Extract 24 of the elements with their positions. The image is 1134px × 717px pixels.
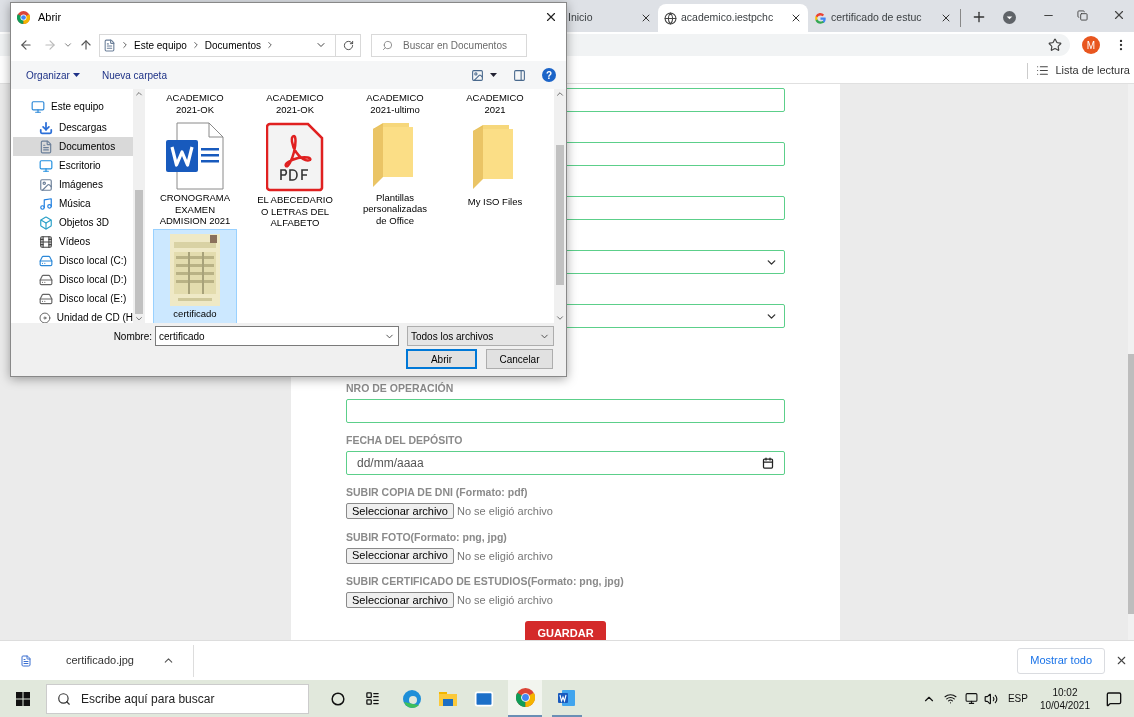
tab-title: academico.iestpchc xyxy=(681,10,775,26)
filename-label: Nombre: xyxy=(113,329,152,344)
field-label: SUBIR COPIA DE DNI (Formato: pdf) xyxy=(346,486,529,499)
file-status: No se eligió archivo xyxy=(457,504,553,519)
file-name: CRONOGRAMA EXAMEN ADMISION 2021 xyxy=(159,192,231,227)
file-name: Plantillas personalizadas de Office xyxy=(363,191,427,226)
dialog-title: Abrir xyxy=(38,9,63,25)
file-name: ACADEMICO 2021-ultimo xyxy=(366,92,424,115)
tab-title: Inicio xyxy=(568,10,594,26)
field-label: SUBIR FOTO(Formato: png, jpg) xyxy=(346,530,508,544)
clock-date: 10/04/2021 xyxy=(1039,698,1090,712)
file-name: ACADEMICO 2021-OK xyxy=(266,92,324,115)
file-status: No se eligió archivo xyxy=(457,593,553,608)
field-label: SUBIR CERTIFICADO DE ESTUDIOS(Formato: png, jpg) xyxy=(346,575,625,588)
clock-time: 10:02 xyxy=(1052,685,1078,699)
file-name: ACADEMICO 2021 xyxy=(466,92,524,115)
file-name: ACADEMICO 2021-OK xyxy=(166,92,224,115)
file-name: certificado xyxy=(173,308,217,320)
file-status: No se eligió archivo xyxy=(457,548,553,564)
field-label: NRO DE OPERACIÓN xyxy=(346,382,455,395)
tab-title: certificado de estuc xyxy=(831,10,923,26)
file-name: EL ABECEDARIO O LETRAS DEL ALFABETO xyxy=(257,194,333,229)
field-label: FECHA DEL DEPÓSITO xyxy=(346,434,464,447)
file-name: My ISO Files xyxy=(467,196,523,208)
